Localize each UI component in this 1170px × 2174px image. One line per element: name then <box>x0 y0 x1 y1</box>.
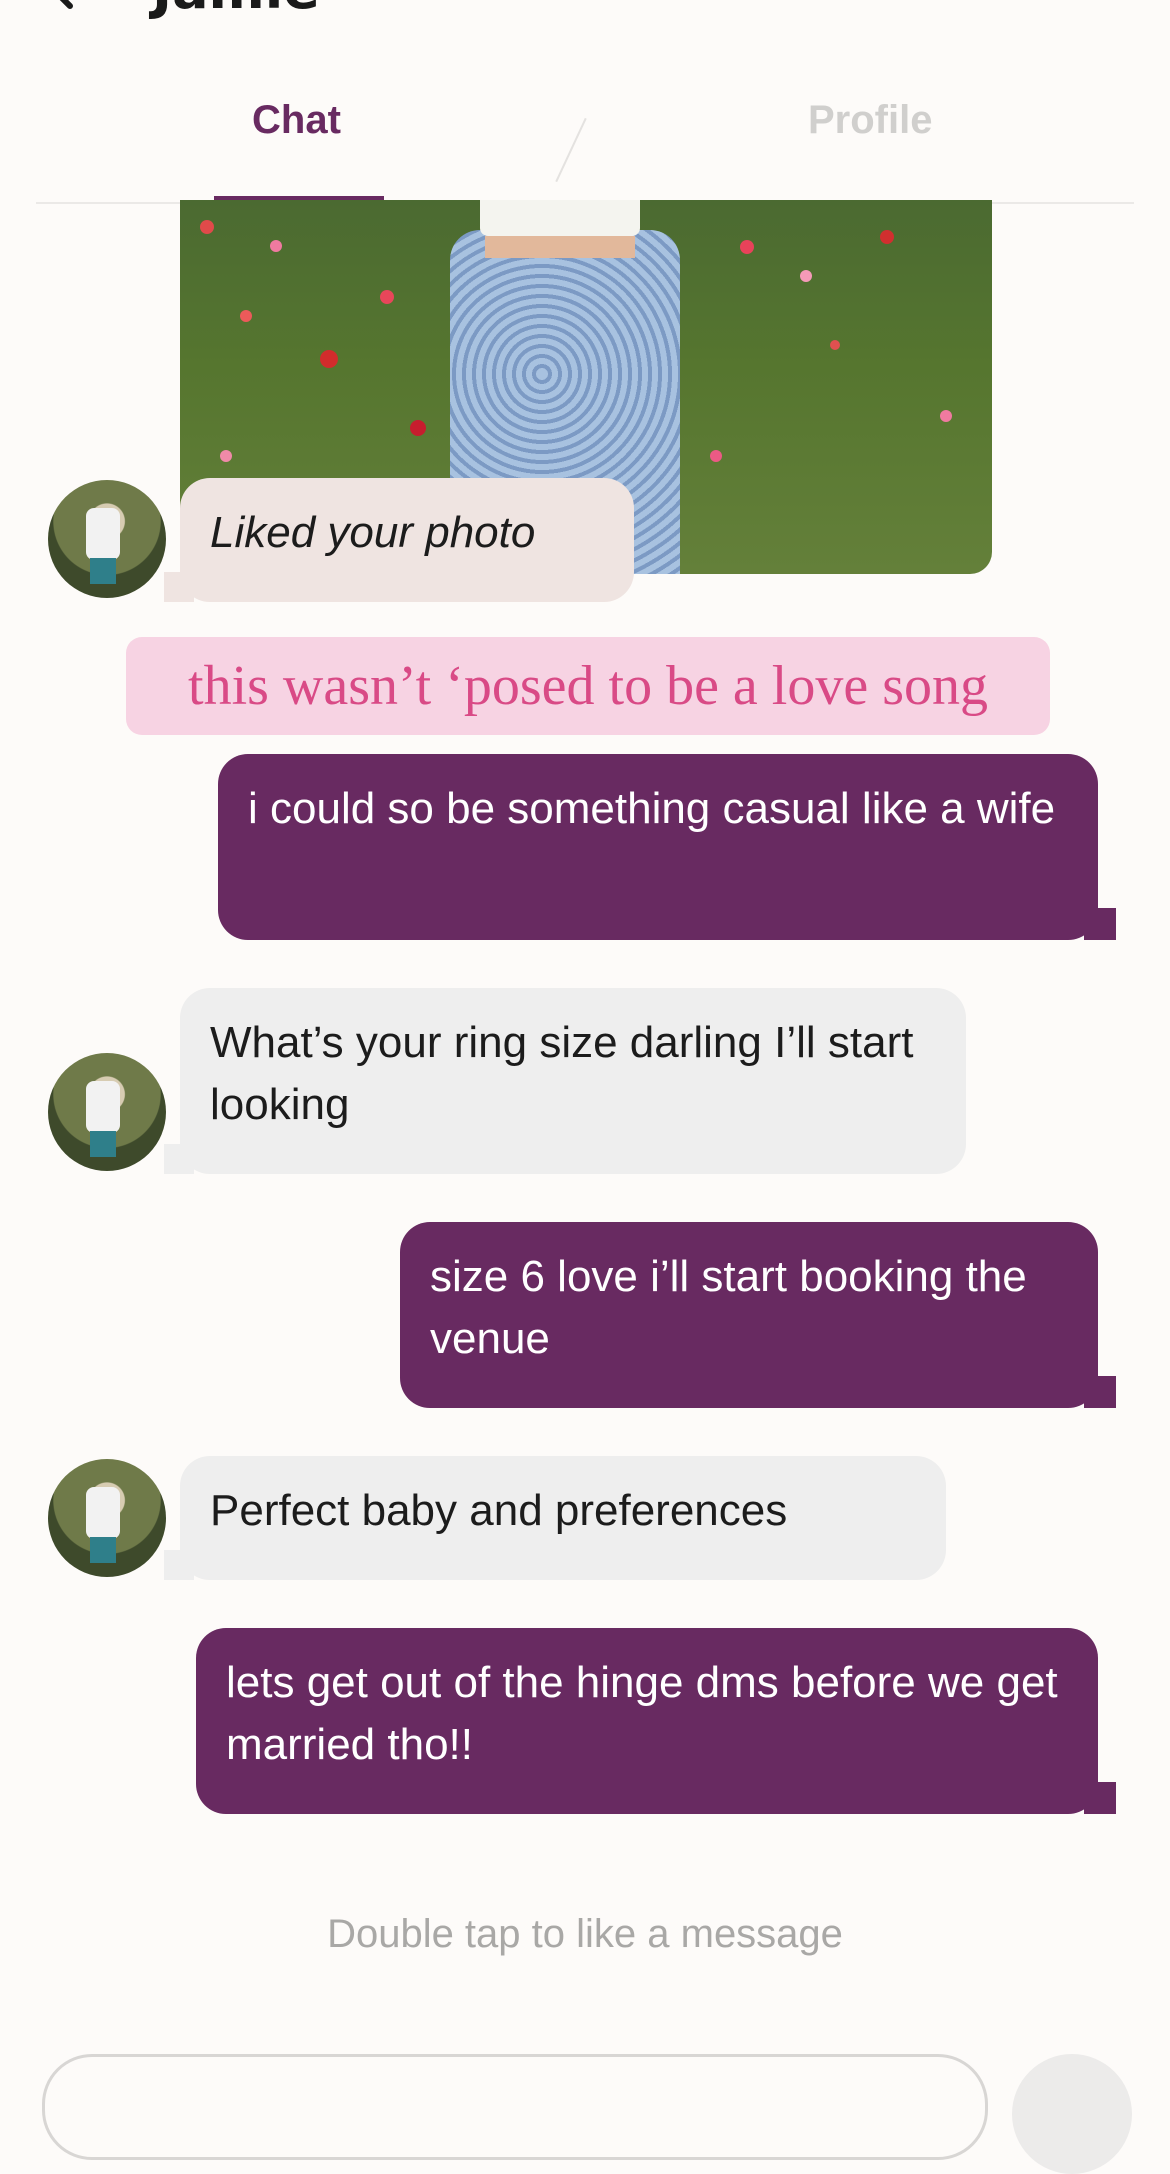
message-input[interactable] <box>42 2054 988 2160</box>
incoming-message[interactable]: Liked your photo <box>180 478 634 602</box>
prompt-quote-message[interactable]: this wasn’t ‘posed to be a love song <box>126 637 1050 735</box>
double-tap-hint: Double tap to like a message <box>327 1912 843 1956</box>
send-button[interactable] <box>1012 2054 1132 2174</box>
bubble-tail <box>1084 908 1116 940</box>
avatar[interactable] <box>48 1459 166 1577</box>
tab-divider <box>555 117 587 183</box>
tab-bar: Chat Profile <box>0 0 1170 205</box>
outgoing-message[interactable]: lets get out of the hinge dms before we … <box>196 1628 1098 1814</box>
tab-profile[interactable]: Profile <box>808 98 932 143</box>
outgoing-message[interactable]: size 6 love i’ll start booking the venue <box>400 1222 1098 1408</box>
incoming-message[interactable]: What’s your ring size darling I’ll start… <box>180 988 966 1174</box>
bubble-tail <box>1084 1376 1116 1408</box>
bubble-tail <box>1084 1782 1116 1814</box>
avatar[interactable] <box>48 1053 166 1171</box>
tab-chat[interactable]: Chat <box>252 98 341 143</box>
outgoing-message[interactable]: i could so be something casual like a wi… <box>218 754 1098 940</box>
incoming-message[interactable]: Perfect baby and preferences <box>180 1456 946 1580</box>
avatar[interactable] <box>48 480 166 598</box>
